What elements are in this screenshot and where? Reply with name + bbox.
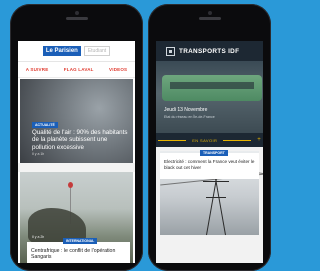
camera xyxy=(207,11,212,15)
hero-title: Jeudi 13 Novembre xyxy=(164,107,208,113)
divider-line xyxy=(158,139,187,141)
divider-line xyxy=(223,139,252,141)
phone-left: Le Parisien Etudiant A SUIVRE FLAG LAVAL… xyxy=(10,4,143,271)
transport-logo-icon xyxy=(166,46,175,56)
en-savoir-label: EN SAVOIR xyxy=(192,137,218,143)
story-tag: INTERNATIONAL xyxy=(63,238,98,244)
nav-item-videos[interactable]: VIDEOS xyxy=(109,67,127,72)
story-tag: ACTUALITÉ xyxy=(32,122,58,128)
speaker xyxy=(198,17,221,20)
top-nav: A SUIVRE FLAG LAVAL VIDEOS xyxy=(18,62,135,78)
story-headline[interactable]: Qualité de l'air : 90% des habitants de … xyxy=(32,129,128,151)
en-savoir-bar[interactable]: EN SAVOIR + xyxy=(156,133,263,147)
story-title[interactable]: Centrafrique : le conflit de l'opération… xyxy=(31,248,126,261)
featured-story[interactable]: ACTUALITÉ Qualité de l'air : 90% des hab… xyxy=(20,79,133,163)
story-tag: TRANSPORT xyxy=(200,150,228,156)
story-meta: Il y a 1h xyxy=(32,152,45,156)
divider xyxy=(18,163,135,172)
le-parisien-logo: Le Parisien xyxy=(42,46,81,56)
logo-sub: Etudiant xyxy=(83,46,111,56)
phone-left-screen: Le Parisien Etudiant A SUIVRE FLAG LAVAL… xyxy=(18,41,135,263)
story-card[interactable]: Il y a 2h INTERNATIONAL Centrafrique : l… xyxy=(20,172,133,263)
phone-right-screen: TRANSPORTS IDF Jeudi 13 Novembre Etat du… xyxy=(156,41,263,263)
nav-item-flag-laval[interactable]: FLAG LAVAL xyxy=(64,67,94,72)
plus-icon: + xyxy=(257,137,261,143)
speaker xyxy=(65,17,88,20)
story-meta: Il y a 2h xyxy=(32,235,45,239)
phone-right: TRANSPORTS IDF Jeudi 13 Novembre Etat du… xyxy=(148,4,271,271)
app-header: Le Parisien Etudiant xyxy=(18,41,135,62)
brand-title: TRANSPORTS IDF xyxy=(179,47,240,55)
train-image xyxy=(162,75,262,101)
story-title[interactable]: Electricité : comment la France veut évi… xyxy=(164,159,257,170)
app-header: TRANSPORTS IDF xyxy=(156,41,263,61)
camera xyxy=(74,11,79,15)
hero-subtitle: Etat du réseau en Île-de-France xyxy=(164,115,215,119)
nav-item-a-suivre[interactable]: A SUIVRE xyxy=(26,67,49,72)
hero-card[interactable]: Jeudi 13 Novembre Etat du réseau en Île-… xyxy=(156,61,263,133)
story-card-footer: INTERNATIONAL Centrafrique : le conflit … xyxy=(27,238,130,263)
story-card-footer: TRANSPORT Electricité : comment la Franc… xyxy=(160,150,259,179)
